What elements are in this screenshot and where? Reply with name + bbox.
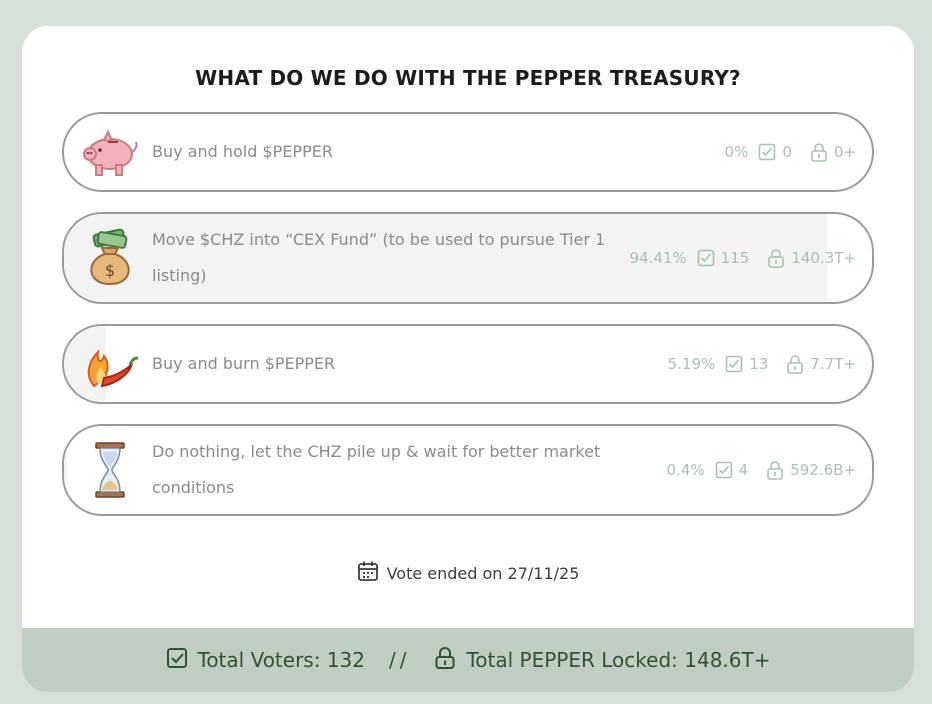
vote-ended-notice: Vote ended on 27/11/25	[22, 560, 914, 586]
lock-icon	[767, 248, 785, 268]
option-votes: 13	[749, 355, 769, 373]
footer-separator: //	[389, 648, 411, 672]
option-percent: 94.41%	[629, 249, 687, 267]
lock-icon	[766, 460, 784, 480]
vote-ended-text: Vote ended on 27/11/25	[386, 563, 580, 583]
svg-text:$: $	[105, 261, 115, 280]
option-label: Move $CHZ into “CEX Fund” (to be used to…	[152, 230, 606, 285]
option-label: Do nothing, let the CHZ pile up & wait f…	[152, 442, 601, 497]
option-label: Buy and burn $PEPPER	[152, 354, 336, 373]
poll-title: WHAT DO WE DO WITH THE PEPPER TREASURY?	[195, 66, 741, 90]
total-voters: Total Voters: 132	[197, 648, 366, 672]
option-locked: 140.3T+	[791, 249, 856, 267]
checkbox-icon	[725, 355, 743, 373]
total-locked: Total PEPPER Locked: 148.6T+	[466, 648, 771, 672]
result-bar	[64, 426, 68, 514]
option-percent: 0%	[724, 143, 749, 161]
option-votes: 0	[782, 143, 792, 161]
option-stats: 94.41% 115 140.3T+	[629, 248, 856, 268]
poll-option-buy-and-hold[interactable]: Buy and hold $PEPPER 0% 0 0+	[62, 112, 874, 192]
lock-icon	[434, 646, 456, 675]
lock-icon	[786, 354, 804, 374]
option-votes: 4	[738, 461, 749, 479]
option-label: Buy and hold $PEPPER	[152, 142, 333, 161]
poll-card: WHAT DO WE DO WITH THE PEPPER TREASURY? …	[22, 26, 914, 692]
poll-option-cex-fund[interactable]: $ Move $CHZ into “CEX Fund” (to be used …	[62, 212, 874, 304]
flaming-pepper-icon	[80, 334, 140, 394]
option-percent: 5.19%	[667, 355, 716, 373]
poll-option-do-nothing[interactable]: Do nothing, let the CHZ pile up & wait f…	[62, 424, 874, 516]
option-stats: 0.4% 4 592.6B+	[667, 460, 856, 480]
checkbox-icon	[758, 143, 776, 161]
checkbox-icon	[697, 249, 715, 267]
poll-option-buy-and-burn[interactable]: Buy and burn $PEPPER 5.19% 13 7.7T+	[62, 324, 874, 404]
option-locked: 7.7T+	[810, 355, 856, 373]
option-stats: 0% 0 0+	[725, 142, 856, 162]
hourglass-icon	[80, 440, 140, 500]
calendar-icon	[357, 560, 379, 586]
checkbox-icon	[715, 461, 733, 479]
option-percent: 0.4%	[666, 461, 705, 479]
money-bag-icon: $	[80, 228, 140, 288]
option-votes: 115	[720, 249, 750, 267]
piggy-bank-icon	[80, 122, 140, 182]
totals-footer: Total Voters: 132 // Total PEPPER Locked…	[22, 628, 914, 692]
checkbox-icon	[166, 647, 188, 674]
lock-icon	[810, 142, 828, 162]
option-locked: 592.6B+	[790, 461, 856, 479]
option-stats: 5.19% 13 7.7T+	[668, 354, 856, 374]
option-locked: 0+	[833, 143, 856, 161]
